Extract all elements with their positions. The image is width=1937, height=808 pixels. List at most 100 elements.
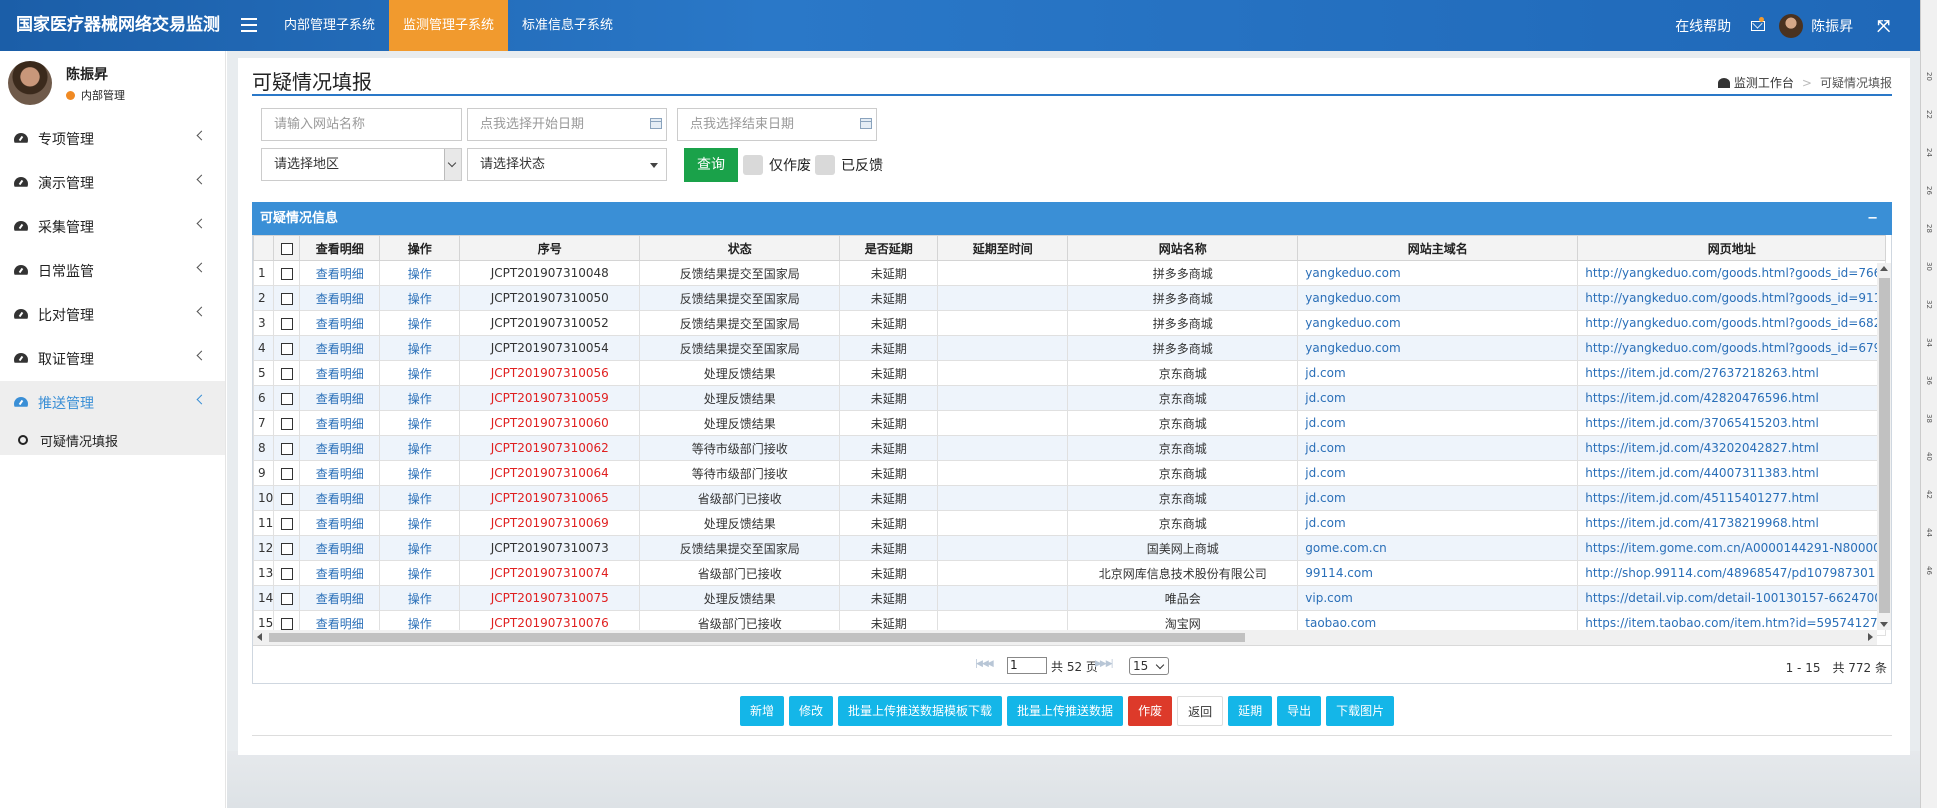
table-row[interactable]: 7 查看明细 操作 JCPT201907310060 处理反馈结果 未延期 京东商城 jd.c… xyxy=(253,410,1887,436)
calendar-icon[interactable] xyxy=(650,118,662,129)
header-domain[interactable]: 网站主域名 xyxy=(1297,235,1579,261)
row-select-cell[interactable] xyxy=(273,585,301,611)
row-select-cell[interactable] xyxy=(273,560,301,586)
action-button-2[interactable]: 批量上传推送数据模板下载 xyxy=(838,696,1003,726)
sidebar-item-daily[interactable]: 日常监管 xyxy=(0,249,225,293)
row-checkbox[interactable] xyxy=(280,592,293,605)
table-row[interactable]: 8 查看明细 操作 JCPT201907310062 等待市级部门接收 未延期 京东商城 jd… xyxy=(253,435,1887,461)
menu-toggle-icon[interactable] xyxy=(241,14,257,36)
row-select-cell[interactable] xyxy=(273,410,301,436)
scrollbar-thumb[interactable] xyxy=(269,633,1245,642)
domain-link[interactable]: jd.com xyxy=(1297,385,1579,411)
scrollbar-thumb[interactable] xyxy=(1879,278,1890,613)
row-select-cell[interactable] xyxy=(273,285,301,311)
table-row[interactable]: 5 查看明细 操作 JCPT201907310056 处理反馈结果 未延期 京东商城 jd.c… xyxy=(253,360,1887,386)
row-checkbox[interactable] xyxy=(280,567,293,580)
table-row[interactable]: 12 查看明细 操作 JCPT201907310073 反馈结果提交至国家局 未延期 国美网… xyxy=(253,535,1887,561)
row-select-cell[interactable] xyxy=(273,335,301,361)
row-select-cell[interactable] xyxy=(273,460,301,486)
view-detail-link[interactable]: 查看明细 xyxy=(299,310,381,336)
table-row[interactable]: 1 查看明细 操作 JCPT201907310048 反馈结果提交至国家局 未延期 拼多多商… xyxy=(253,260,1887,286)
url-link[interactable]: http://yangkeduo.com/goods.html?goods_id… xyxy=(1577,260,1887,286)
view-detail-link[interactable]: 查看明细 xyxy=(299,560,381,586)
domain-link[interactable]: jd.com xyxy=(1297,460,1579,486)
url-link[interactable]: https://item.jd.com/43202042827.html xyxy=(1577,435,1887,461)
start-date-input[interactable]: 点我选择开始日期 xyxy=(467,108,667,141)
sidebar-item-compare[interactable]: 比对管理 xyxy=(0,293,225,337)
row-checkbox[interactable] xyxy=(280,517,293,530)
table-row[interactable]: 14 查看明细 操作 JCPT201907310075 处理反馈结果 未延期 唯品会 vip.… xyxy=(253,585,1887,611)
domain-link[interactable]: gome.com.cn xyxy=(1297,535,1579,561)
view-detail-link[interactable]: 查看明细 xyxy=(299,535,381,561)
checkbox-box[interactable] xyxy=(743,155,763,175)
chevron-down-icon[interactable] xyxy=(444,149,461,180)
operation-link[interactable]: 操作 xyxy=(379,510,461,536)
view-detail-link[interactable]: 查看明细 xyxy=(299,285,381,311)
row-checkbox[interactable] xyxy=(280,542,293,555)
row-checkbox[interactable] xyxy=(280,292,293,305)
operation-link[interactable]: 操作 xyxy=(379,410,461,436)
table-row[interactable]: 9 查看明细 操作 JCPT201907310064 等待市级部门接收 未延期 京东商城 jd… xyxy=(253,460,1887,486)
action-button-8[interactable]: 下载图片 xyxy=(1326,696,1395,726)
row-checkbox[interactable] xyxy=(280,317,293,330)
row-checkbox[interactable] xyxy=(280,267,293,280)
row-checkbox[interactable] xyxy=(280,392,293,405)
operation-link[interactable]: 操作 xyxy=(379,260,461,286)
table-row[interactable]: 6 查看明细 操作 JCPT201907310059 处理反馈结果 未延期 京东商城 jd.c… xyxy=(253,385,1887,411)
row-select-cell[interactable] xyxy=(273,535,301,561)
row-checkbox[interactable] xyxy=(280,492,293,505)
collapse-icon[interactable]: − xyxy=(1867,202,1878,235)
scroll-up-icon[interactable] xyxy=(1880,266,1888,271)
row-select-cell[interactable] xyxy=(273,435,301,461)
select-all-checkbox[interactable] xyxy=(280,242,293,255)
operation-link[interactable]: 操作 xyxy=(379,560,461,586)
row-checkbox[interactable] xyxy=(280,342,293,355)
row-checkbox[interactable] xyxy=(280,442,293,455)
domain-link[interactable]: jd.com xyxy=(1297,435,1579,461)
view-detail-link[interactable]: 查看明细 xyxy=(299,485,381,511)
breadcrumb-home[interactable]: 监测工作台 xyxy=(1734,74,1794,91)
action-button-3[interactable]: 批量上传推送数据 xyxy=(1007,696,1124,726)
operation-link[interactable]: 操作 xyxy=(379,285,461,311)
action-button-5[interactable]: 返回 xyxy=(1177,696,1224,726)
top-user-name[interactable]: 陈振昇 xyxy=(1811,16,1853,36)
url-link[interactable]: https://detail.vip.com/detail-100130157-… xyxy=(1577,585,1887,611)
header-select-all[interactable] xyxy=(273,235,301,261)
fullscreen-icon[interactable]: ⤧ xyxy=(1877,16,1890,36)
domain-link[interactable]: yangkeduo.com xyxy=(1297,260,1579,286)
url-link[interactable]: https://item.jd.com/45115401277.html xyxy=(1577,485,1887,511)
table-row[interactable]: 10 查看明细 操作 JCPT201907310065 省级部门已接收 未延期 京东商城 jd… xyxy=(253,485,1887,511)
horizontal-scrollbar[interactable] xyxy=(253,630,1877,645)
page-size-select[interactable]: 15 xyxy=(1129,657,1169,675)
online-help-link[interactable]: 在线帮助 xyxy=(1675,16,1731,36)
sidebar-item-push[interactable]: 推送管理 xyxy=(0,381,225,425)
domain-link[interactable]: jd.com xyxy=(1297,410,1579,436)
scroll-left-icon[interactable] xyxy=(257,633,262,641)
operation-link[interactable]: 操作 xyxy=(379,535,461,561)
tab-standard-info[interactable]: 标准信息子系统 xyxy=(508,0,627,51)
table-row[interactable]: 13 查看明细 操作 JCPT201907310074 省级部门已接收 未延期 北京网库信息… xyxy=(253,560,1887,586)
operation-link[interactable]: 操作 xyxy=(379,460,461,486)
row-checkbox[interactable] xyxy=(280,617,293,630)
scroll-right-icon[interactable] xyxy=(1868,633,1873,641)
header-extended-to[interactable]: 延期至时间 xyxy=(937,235,1069,261)
row-select-cell[interactable] xyxy=(273,310,301,336)
url-link[interactable]: https://item.gome.com.cn/A0000144291-N80… xyxy=(1577,535,1887,561)
last-page-icon[interactable]: ▶▶ ▶| xyxy=(1095,659,1114,669)
scroll-down-icon[interactable] xyxy=(1880,622,1888,627)
operation-link[interactable]: 操作 xyxy=(379,310,461,336)
row-select-cell[interactable] xyxy=(273,485,301,511)
header-extended[interactable]: 是否延期 xyxy=(839,235,939,261)
sidebar-item-demo[interactable]: 演示管理 xyxy=(0,161,225,205)
view-detail-link[interactable]: 查看明细 xyxy=(299,260,381,286)
view-detail-link[interactable]: 查看明细 xyxy=(299,335,381,361)
sidebar-item-collect[interactable]: 采集管理 xyxy=(0,205,225,249)
operation-link[interactable]: 操作 xyxy=(379,585,461,611)
sidebar-item-evidence[interactable]: 取证管理 xyxy=(0,337,225,381)
row-select-cell[interactable] xyxy=(273,385,301,411)
calendar-icon[interactable] xyxy=(860,118,872,129)
table-row[interactable]: 11 查看明细 操作 JCPT201907310069 处理反馈结果 未延期 京东商城 jd.… xyxy=(253,510,1887,536)
tab-internal-management[interactable]: 内部管理子系统 xyxy=(270,0,389,51)
first-page-icon[interactable]: |◀ ◀◀ xyxy=(975,659,994,669)
url-link[interactable]: http://yangkeduo.com/goods.html?goods_id… xyxy=(1577,285,1887,311)
